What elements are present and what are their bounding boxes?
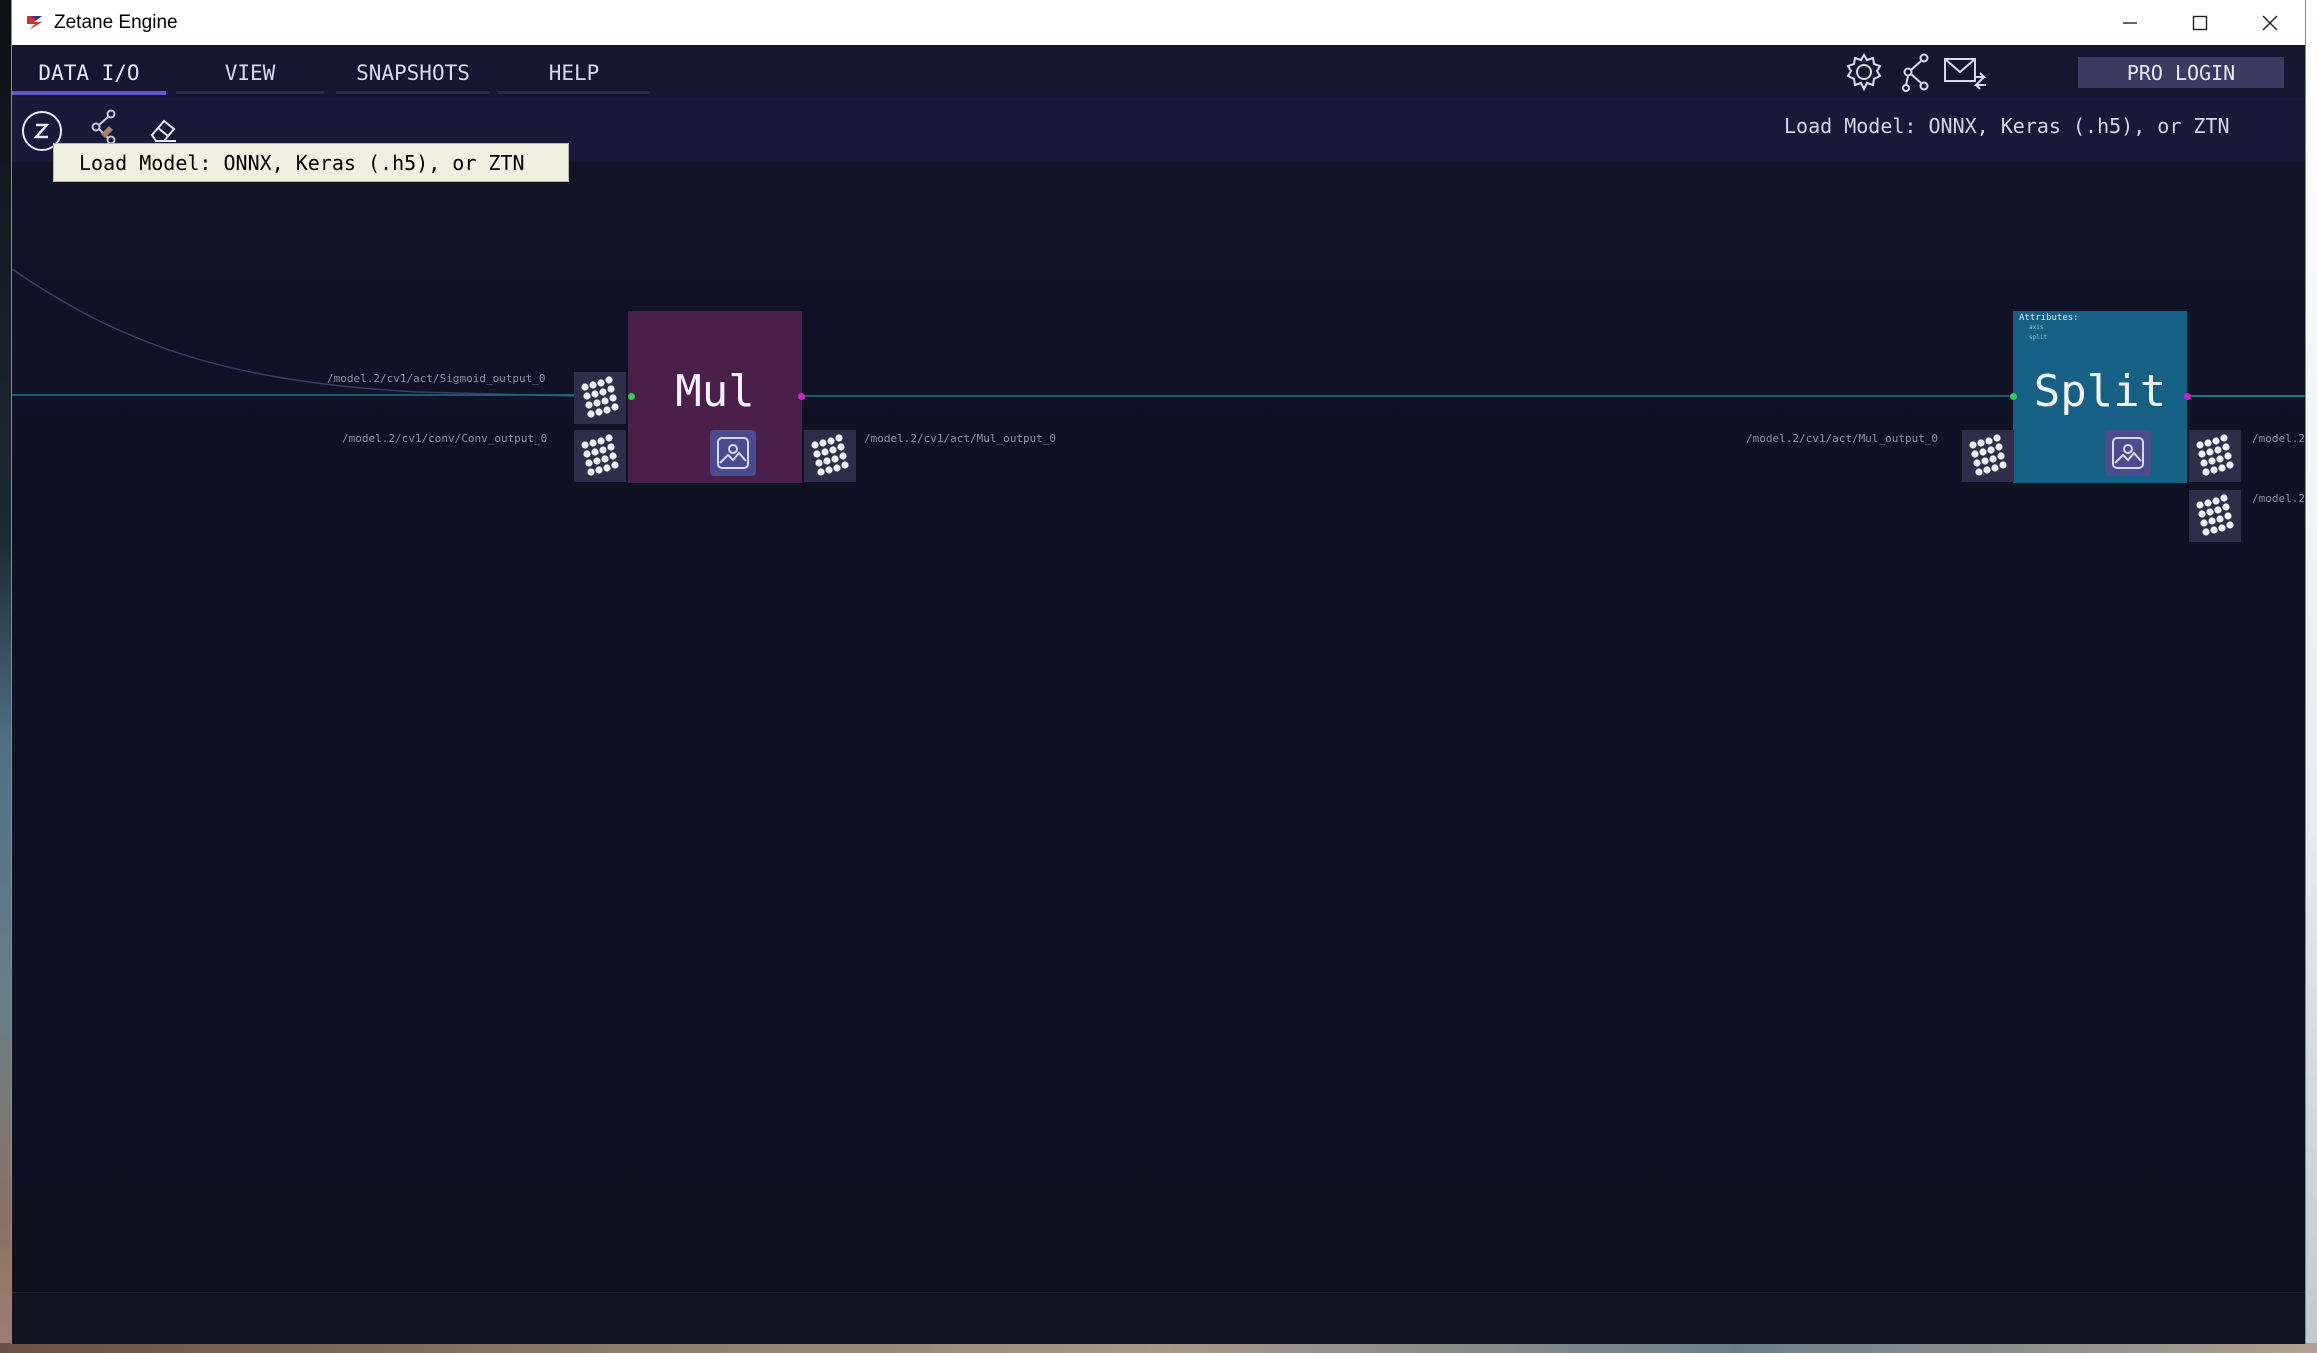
desktop-background-bottom [0,1343,2317,1353]
image-preview-button[interactable] [710,430,756,476]
load-model-tooltip: Load Model: ONNX, Keras (.h5), or ZTN [53,143,569,182]
graph-edges [12,268,2305,397]
tensor-port-input-2[interactable] [574,430,626,482]
node-attributes: Attributes: axis split [2019,313,2079,343]
app-window: Zetane Engine DATA I/O VIEW SNAPSHOTS HE… [12,0,2305,1344]
output-connector-dot[interactable] [798,393,805,400]
tensor-port-input[interactable] [1962,430,2014,482]
node-title: Mul [675,366,755,417]
bottom-status-bar [12,1292,2305,1344]
tensor-port-output[interactable] [804,430,856,482]
image-preview-button[interactable] [2105,430,2151,476]
menu-bar: DATA I/O VIEW SNAPSHOTS HELP PRO LOGIN [12,45,2305,97]
minimize-icon [2123,21,2137,24]
edge-label: /model.2/cv1/act/Sigmoid_output_0 [327,372,546,385]
eraser-icon[interactable] [146,111,182,147]
node-split[interactable]: Attributes: axis split Split [2013,311,2187,483]
edge-label: /model.2/cv1/act/Mul_output_0 [1746,432,1939,445]
attribute-item: split [2029,334,2048,341]
node-mul[interactable]: Mul [628,311,802,483]
output-connector-dot[interactable] [2184,393,2191,400]
gear-icon[interactable] [1843,53,1885,92]
maximize-button[interactable] [2165,0,2235,45]
mail-icon[interactable] [1939,53,1991,91]
image-icon [2112,437,2144,469]
status-text: Load Model: ONNX, Keras (.h5), or ZTN [1784,114,2230,138]
close-icon [2262,15,2278,30]
graph-canvas[interactable]: Mul /model.2/cv1/act/Sigmoid_output_0 /m… [12,162,2305,1292]
desktop-background-right [2305,0,2317,1353]
close-button[interactable] [2235,0,2305,45]
load-model-icon[interactable] [86,107,122,147]
attribute-item: axis [2029,324,2044,331]
tensor-port-input-1[interactable] [574,372,626,424]
tensor-port-output-2[interactable] [2189,490,2241,542]
tensor-port-output-1[interactable] [2189,430,2241,482]
tab-data-io[interactable]: DATA I/O [12,55,166,95]
pro-login-button[interactable]: PRO LOGIN [2078,57,2284,88]
tab-snapshots[interactable]: SNAPSHOTS [336,55,490,94]
attributes-label: Attributes: [2019,313,2079,323]
maximize-icon [2192,15,2208,30]
window-title: Zetane Engine [54,11,178,33]
edge-label: /model.2 [2252,492,2305,505]
graph-icon[interactable] [1895,53,1937,92]
input-connector-dot[interactable] [628,393,635,400]
edge-label: /model.2/cv1/act/Mul_output_0 [864,432,1057,445]
tab-view[interactable]: VIEW [176,55,324,94]
image-icon [717,437,749,469]
edge-label: /model.2/cv1/conv/Conv_output_0 [342,432,548,445]
zetane-app-icon [27,15,42,30]
edge-label: /model.2 [2252,432,2305,445]
minimize-button[interactable] [2095,0,2165,45]
node-title: Split [2033,366,2167,417]
tab-help[interactable]: HELP [498,55,650,94]
input-connector-dot[interactable] [2010,393,2017,400]
desktop-background-left [0,0,12,1353]
title-bar: Zetane Engine [12,0,2305,45]
